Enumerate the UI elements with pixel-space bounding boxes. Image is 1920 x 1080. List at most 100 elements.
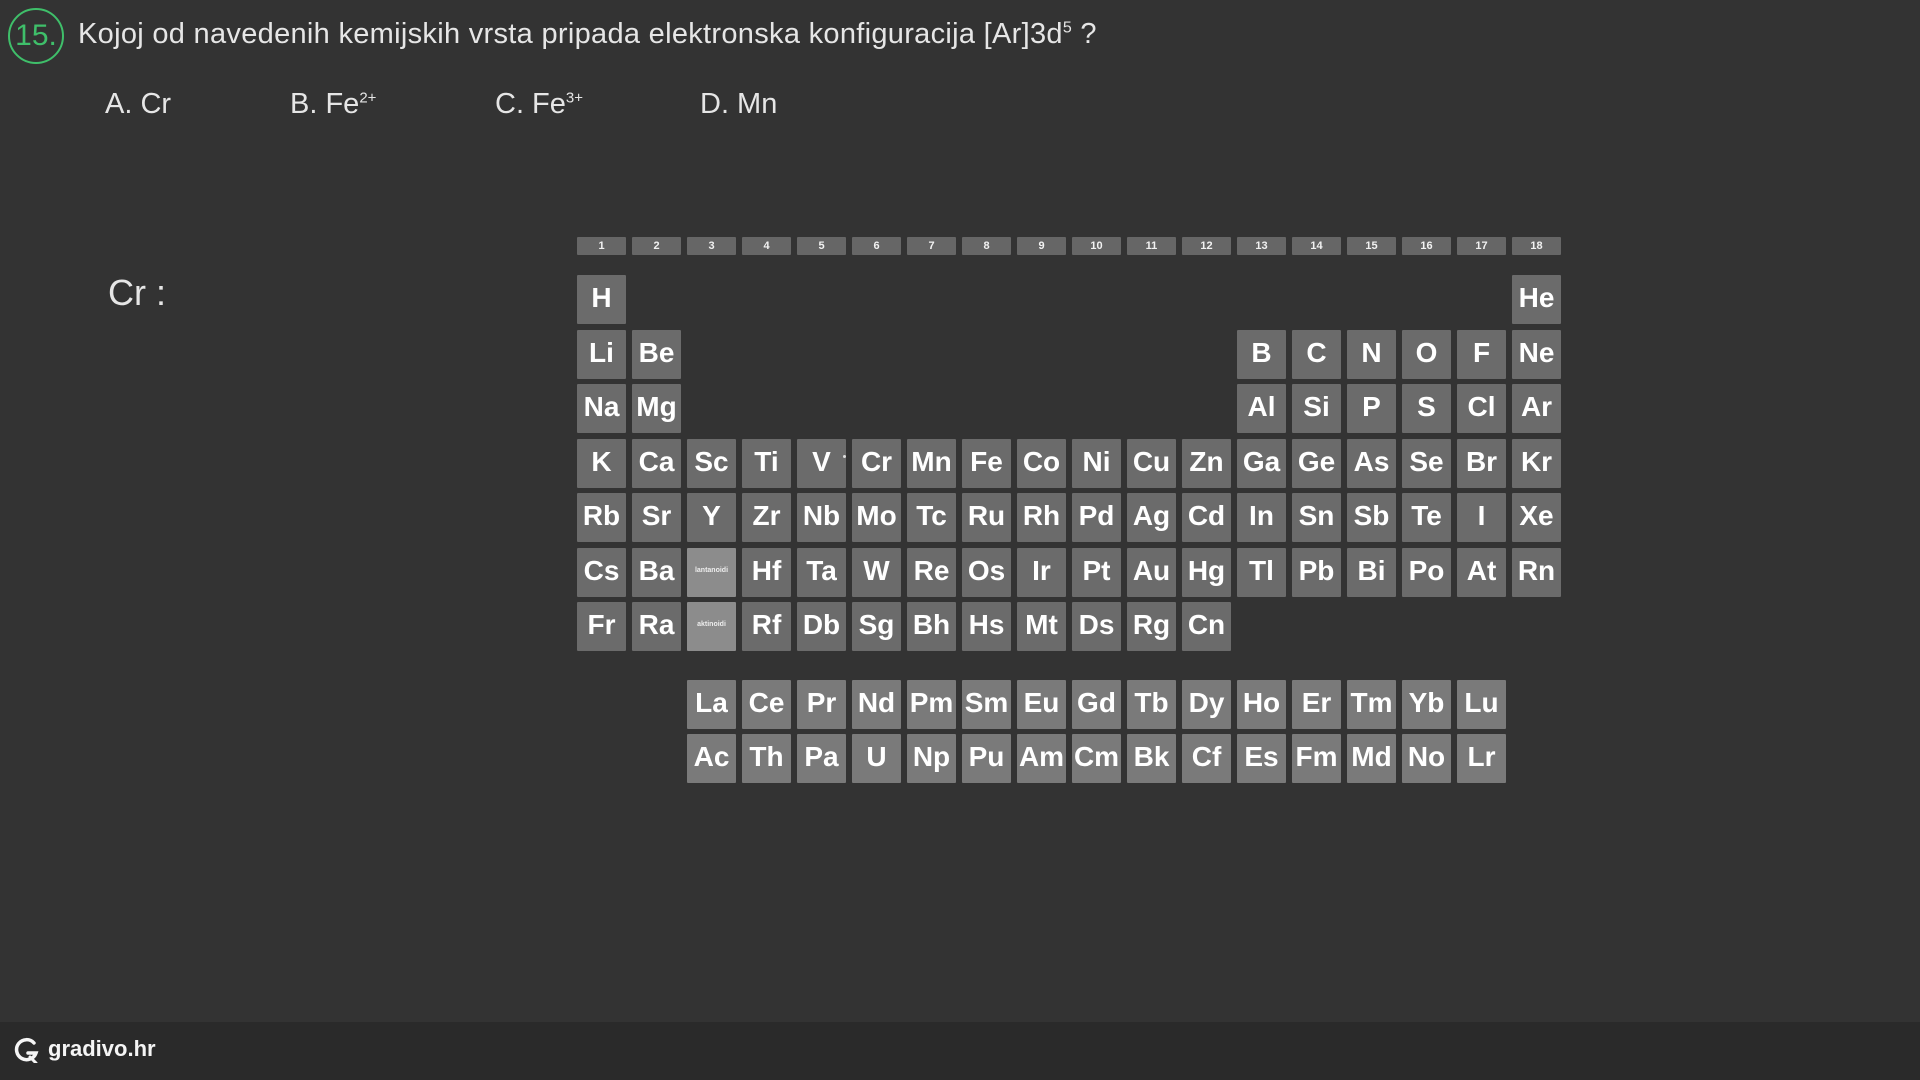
- element-n[interactable]: N: [1347, 329, 1396, 379]
- element-pr[interactable]: Pr: [797, 680, 846, 729]
- element-cf[interactable]: Cf: [1182, 734, 1231, 783]
- element-v[interactable]: V: [797, 438, 846, 488]
- element-sc[interactable]: Sc: [687, 438, 736, 488]
- element-fr[interactable]: Fr: [577, 602, 626, 651]
- element-mo[interactable]: Mo: [852, 493, 901, 542]
- element-er[interactable]: Er: [1292, 680, 1341, 729]
- element-w[interactable]: W: [852, 547, 901, 597]
- brand-name[interactable]: gradivo.hr: [48, 1036, 156, 1062]
- element-ra[interactable]: Ra: [632, 602, 681, 651]
- element-rg[interactable]: Rg: [1127, 602, 1176, 651]
- element-cn[interactable]: Cn: [1182, 602, 1231, 651]
- element-as[interactable]: As: [1347, 438, 1396, 488]
- element-cs[interactable]: Cs: [577, 547, 626, 597]
- element-zn[interactable]: Zn: [1182, 438, 1231, 488]
- element-pd[interactable]: Pd: [1072, 493, 1121, 542]
- element-dy[interactable]: Dy: [1182, 680, 1231, 729]
- answer-c[interactable]: C. Fe3+: [495, 88, 583, 121]
- element-s[interactable]: S: [1402, 384, 1451, 433]
- element-sr[interactable]: Sr: [632, 493, 681, 542]
- element-o[interactable]: O: [1402, 329, 1451, 379]
- element-lr[interactable]: Lr: [1457, 734, 1506, 783]
- element-at[interactable]: At: [1457, 547, 1506, 597]
- element-tb[interactable]: Tb: [1127, 680, 1176, 729]
- element-re[interactable]: Re: [907, 547, 956, 597]
- actinides-placeholder[interactable]: aktinoidi: [687, 602, 736, 651]
- element-au[interactable]: Au: [1127, 547, 1176, 597]
- element-y[interactable]: Y: [687, 493, 736, 542]
- element-rf[interactable]: Rf: [742, 602, 791, 651]
- element-ne[interactable]: Ne: [1512, 329, 1561, 379]
- element-te[interactable]: Te: [1402, 493, 1451, 542]
- element-yb[interactable]: Yb: [1402, 680, 1451, 729]
- element-gd[interactable]: Gd: [1072, 680, 1121, 729]
- element-no[interactable]: No: [1402, 734, 1451, 783]
- element-xe[interactable]: Xe: [1512, 493, 1561, 542]
- element-h[interactable]: H: [577, 275, 626, 324]
- element-u[interactable]: U: [852, 734, 901, 783]
- element-p[interactable]: P: [1347, 384, 1396, 433]
- element-se[interactable]: Se: [1402, 438, 1451, 488]
- answer-a[interactable]: A. Cr: [105, 88, 171, 121]
- element-pb[interactable]: Pb: [1292, 547, 1341, 597]
- element-ag[interactable]: Ag: [1127, 493, 1176, 542]
- element-tc[interactable]: Tc: [907, 493, 956, 542]
- element-ds[interactable]: Ds: [1072, 602, 1121, 651]
- element-in[interactable]: In: [1237, 493, 1286, 542]
- element-rh[interactable]: Rh: [1017, 493, 1066, 542]
- element-i[interactable]: I: [1457, 493, 1506, 542]
- element-eu[interactable]: Eu: [1017, 680, 1066, 729]
- element-fe[interactable]: Fe: [962, 438, 1011, 488]
- element-ar[interactable]: Ar: [1512, 384, 1561, 433]
- element-mg[interactable]: Mg: [632, 384, 681, 433]
- element-pt[interactable]: Pt: [1072, 547, 1121, 597]
- element-nb[interactable]: Nb: [797, 493, 846, 542]
- element-fm[interactable]: Fm: [1292, 734, 1341, 783]
- answer-b[interactable]: B. Fe2+: [290, 88, 376, 121]
- element-hg[interactable]: Hg: [1182, 547, 1231, 597]
- element-co[interactable]: Co: [1017, 438, 1066, 488]
- element-hf[interactable]: Hf: [742, 547, 791, 597]
- lanthanides-placeholder[interactable]: lantanoidi: [687, 547, 736, 597]
- element-rb[interactable]: Rb: [577, 493, 626, 542]
- element-ge[interactable]: Ge: [1292, 438, 1341, 488]
- element-al[interactable]: Al: [1237, 384, 1286, 433]
- element-ac[interactable]: Ac: [687, 734, 736, 783]
- element-db[interactable]: Db: [797, 602, 846, 651]
- element-bk[interactable]: Bk: [1127, 734, 1176, 783]
- element-cr[interactable]: Cr: [852, 438, 901, 488]
- element-sn[interactable]: Sn: [1292, 493, 1341, 542]
- element-hs[interactable]: Hs: [962, 602, 1011, 651]
- element-cm[interactable]: Cm: [1072, 734, 1121, 783]
- element-os[interactable]: Os: [962, 547, 1011, 597]
- element-cu[interactable]: Cu: [1127, 438, 1176, 488]
- element-bi[interactable]: Bi: [1347, 547, 1396, 597]
- element-pm[interactable]: Pm: [907, 680, 956, 729]
- element-ti[interactable]: Ti: [742, 438, 791, 488]
- element-na[interactable]: Na: [577, 384, 626, 433]
- element-li[interactable]: Li: [577, 329, 626, 379]
- element-nd[interactable]: Nd: [852, 680, 901, 729]
- element-sm[interactable]: Sm: [962, 680, 1011, 729]
- element-ni[interactable]: Ni: [1072, 438, 1121, 488]
- element-c[interactable]: C: [1292, 329, 1341, 379]
- element-ru[interactable]: Ru: [962, 493, 1011, 542]
- element-md[interactable]: Md: [1347, 734, 1396, 783]
- element-lu[interactable]: Lu: [1457, 680, 1506, 729]
- answer-d[interactable]: D. Mn: [700, 88, 777, 121]
- element-sb[interactable]: Sb: [1347, 493, 1396, 542]
- element-si[interactable]: Si: [1292, 384, 1341, 433]
- element-cd[interactable]: Cd: [1182, 493, 1231, 542]
- element-po[interactable]: Po: [1402, 547, 1451, 597]
- element-kr[interactable]: Kr: [1512, 438, 1561, 488]
- element-np[interactable]: Np: [907, 734, 956, 783]
- element-bh[interactable]: Bh: [907, 602, 956, 651]
- element-b[interactable]: B: [1237, 329, 1286, 379]
- element-tl[interactable]: Tl: [1237, 547, 1286, 597]
- element-la[interactable]: La: [687, 680, 736, 729]
- element-he[interactable]: He: [1512, 275, 1561, 324]
- element-mt[interactable]: Mt: [1017, 602, 1066, 651]
- element-ce[interactable]: Ce: [742, 680, 791, 729]
- element-am[interactable]: Am: [1017, 734, 1066, 783]
- element-f[interactable]: F: [1457, 329, 1506, 379]
